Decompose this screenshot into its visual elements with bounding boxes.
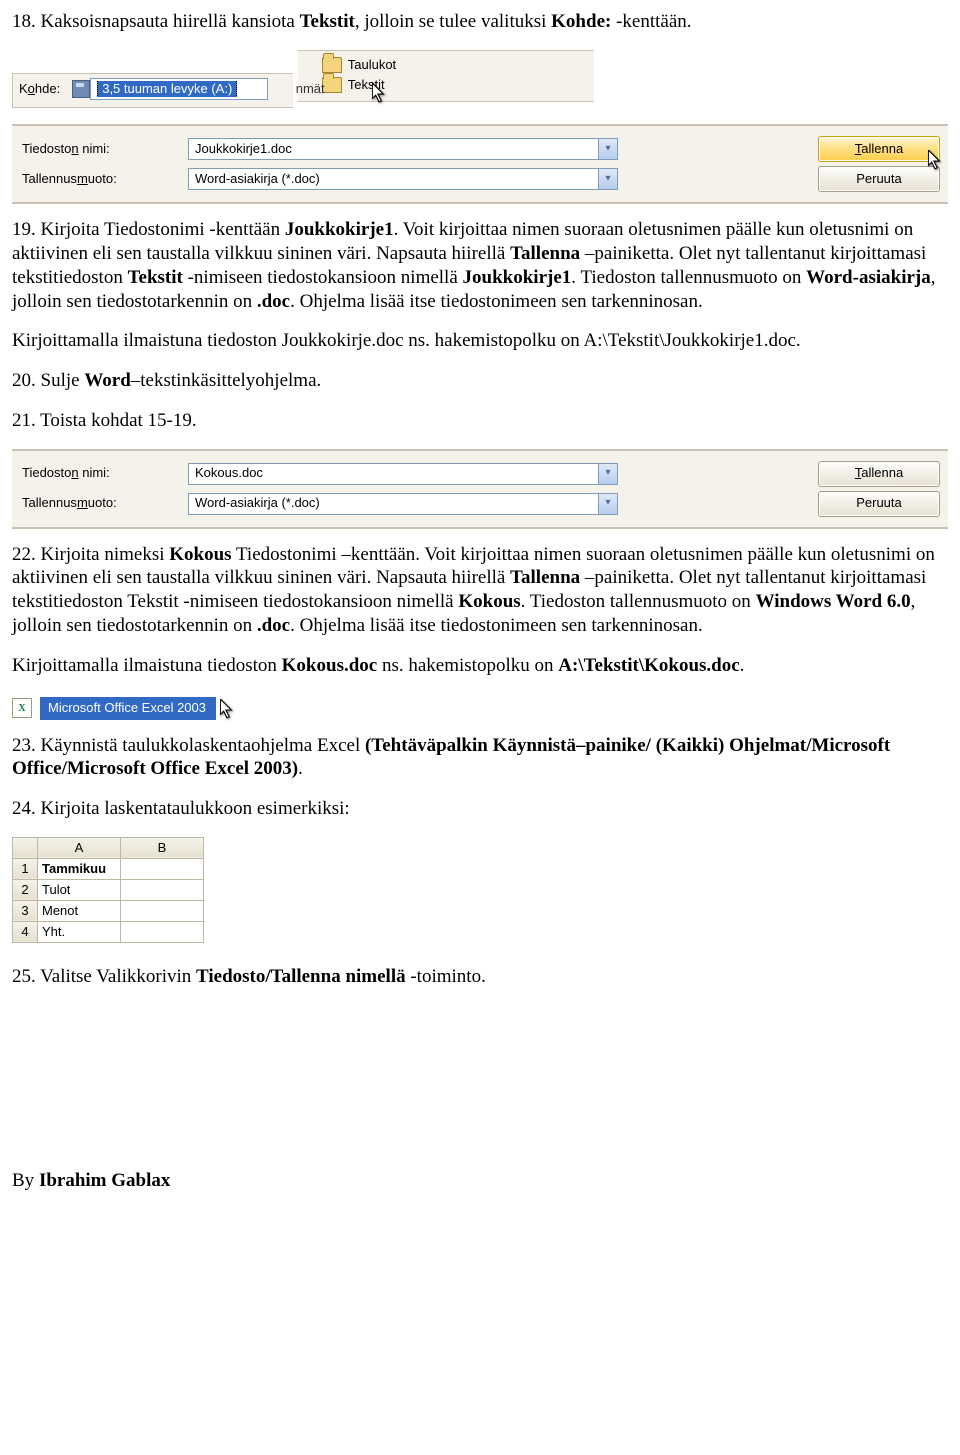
table-row: 4 Yht. <box>13 921 204 942</box>
format-label: Tallennusmuoto: <box>16 167 180 191</box>
step-24: 24. Kirjoita laskentataulukkoon esimerki… <box>12 797 948 821</box>
step-22: 22. Kirjoita nimeksi Kokous Tiedostonimi… <box>12 543 948 638</box>
save-as-panel-1: Tiedoston nimi: Joukkokirje1.doc▾ Tallen… <box>12 124 948 204</box>
kohde-panel: Kohde: 3,5 tuuman levyke (A:) <box>12 73 293 108</box>
chevron-down-icon[interactable]: ▾ <box>598 494 617 514</box>
row-header[interactable]: 1 <box>13 858 38 879</box>
filename-label: Tiedoston nimi: <box>16 461 180 485</box>
step-21: 21. Toista kohdat 15-19. <box>12 409 948 433</box>
cell[interactable]: Yht. <box>38 921 121 942</box>
path-1: Kirjoittamalla ilmaistuna tiedoston Jouk… <box>12 329 948 353</box>
row-header[interactable]: 3 <box>13 900 38 921</box>
step-18: 18. Kaksoisnapsauta hiirellä kansiota Te… <box>12 10 948 34</box>
excel-icon: X <box>12 698 32 718</box>
chevron-down-icon[interactable]: ▾ <box>598 139 617 159</box>
step-19: 19. Kirjoita Tiedostonimi -kenttään Jouk… <box>12 218 948 313</box>
excel-menu-item[interactable]: X Microsoft Office Excel 2003 <box>12 697 216 719</box>
folder-taulukot[interactable]: Taulukot <box>318 55 594 75</box>
table-row: 2 Tulot <box>13 879 204 900</box>
filename-combo[interactable]: Kokous.doc▾ <box>188 463 618 485</box>
spreadsheet: A B 1 Tammikuu 2 Tulot 3 Menot 4 Yht. <box>12 837 204 943</box>
chevron-down-icon[interactable]: ▾ <box>598 464 617 484</box>
format-combo[interactable]: Word-asiakirja (*.doc)▾ <box>188 168 618 190</box>
folder-label: Taulukot <box>348 57 396 73</box>
floppy-icon <box>72 80 90 98</box>
format-combo[interactable]: Word-asiakirja (*.doc)▾ <box>188 493 618 515</box>
cell[interactable] <box>121 900 204 921</box>
cell[interactable] <box>121 879 204 900</box>
chevron-down-icon[interactable]: ▾ <box>598 169 617 189</box>
cancel-button[interactable]: Peruuta <box>818 491 940 517</box>
filename-label: Tiedoston nimi: <box>16 137 180 161</box>
path-2: Kirjoittamalla ilmaistuna tiedoston Koko… <box>12 654 948 678</box>
save-button[interactable]: Tallenna <box>818 136 940 162</box>
save-as-panel-2: Tiedoston nimi: Kokous.doc▾ Tallenna Tal… <box>12 449 948 529</box>
folder-label: Tekstit <box>348 77 385 93</box>
folders-panel: Taulukot Tekstit nmät <box>298 50 594 103</box>
byline: By Ibrahim Gablax <box>12 1169 948 1193</box>
cancel-button[interactable]: Peruuta <box>818 166 940 192</box>
step-25: 25. Valitse Valikkorivin Tiedosto/Tallen… <box>12 965 948 989</box>
table-row: 3 Menot <box>13 900 204 921</box>
table-row: 1 Tammikuu <box>13 858 204 879</box>
save-button[interactable]: Tallenna <box>818 461 940 487</box>
cell[interactable]: Tammikuu <box>38 858 121 879</box>
excel-menu-label: Microsoft Office Excel 2003 <box>40 697 216 719</box>
cursor-icon <box>220 699 234 719</box>
folder-tekstit[interactable]: Tekstit <box>318 75 594 95</box>
folder-icon <box>322 57 342 73</box>
col-header[interactable]: A <box>38 837 121 858</box>
cell[interactable] <box>121 858 204 879</box>
col-header[interactable]: B <box>121 837 204 858</box>
cell[interactable]: Tulot <box>38 879 121 900</box>
filename-combo[interactable]: Joukkokirje1.doc▾ <box>188 138 618 160</box>
corner-cell[interactable] <box>13 837 38 858</box>
cell[interactable] <box>121 921 204 942</box>
step-23: 23. Käynnistä taulukkolaskentaohjelma Ex… <box>12 734 948 782</box>
row-header[interactable]: 4 <box>13 921 38 942</box>
cropped-text: nmät <box>296 81 325 97</box>
kohde-label: Kohde: <box>13 77 68 101</box>
kohde-combo[interactable]: 3,5 tuuman levyke (A:) <box>90 78 268 100</box>
format-label: Tallennusmuoto: <box>16 491 180 515</box>
row-header[interactable]: 2 <box>13 879 38 900</box>
step-20: 20. Sulje Word–tekstinkäsittelyohjelma. <box>12 369 948 393</box>
cell[interactable]: Menot <box>38 900 121 921</box>
